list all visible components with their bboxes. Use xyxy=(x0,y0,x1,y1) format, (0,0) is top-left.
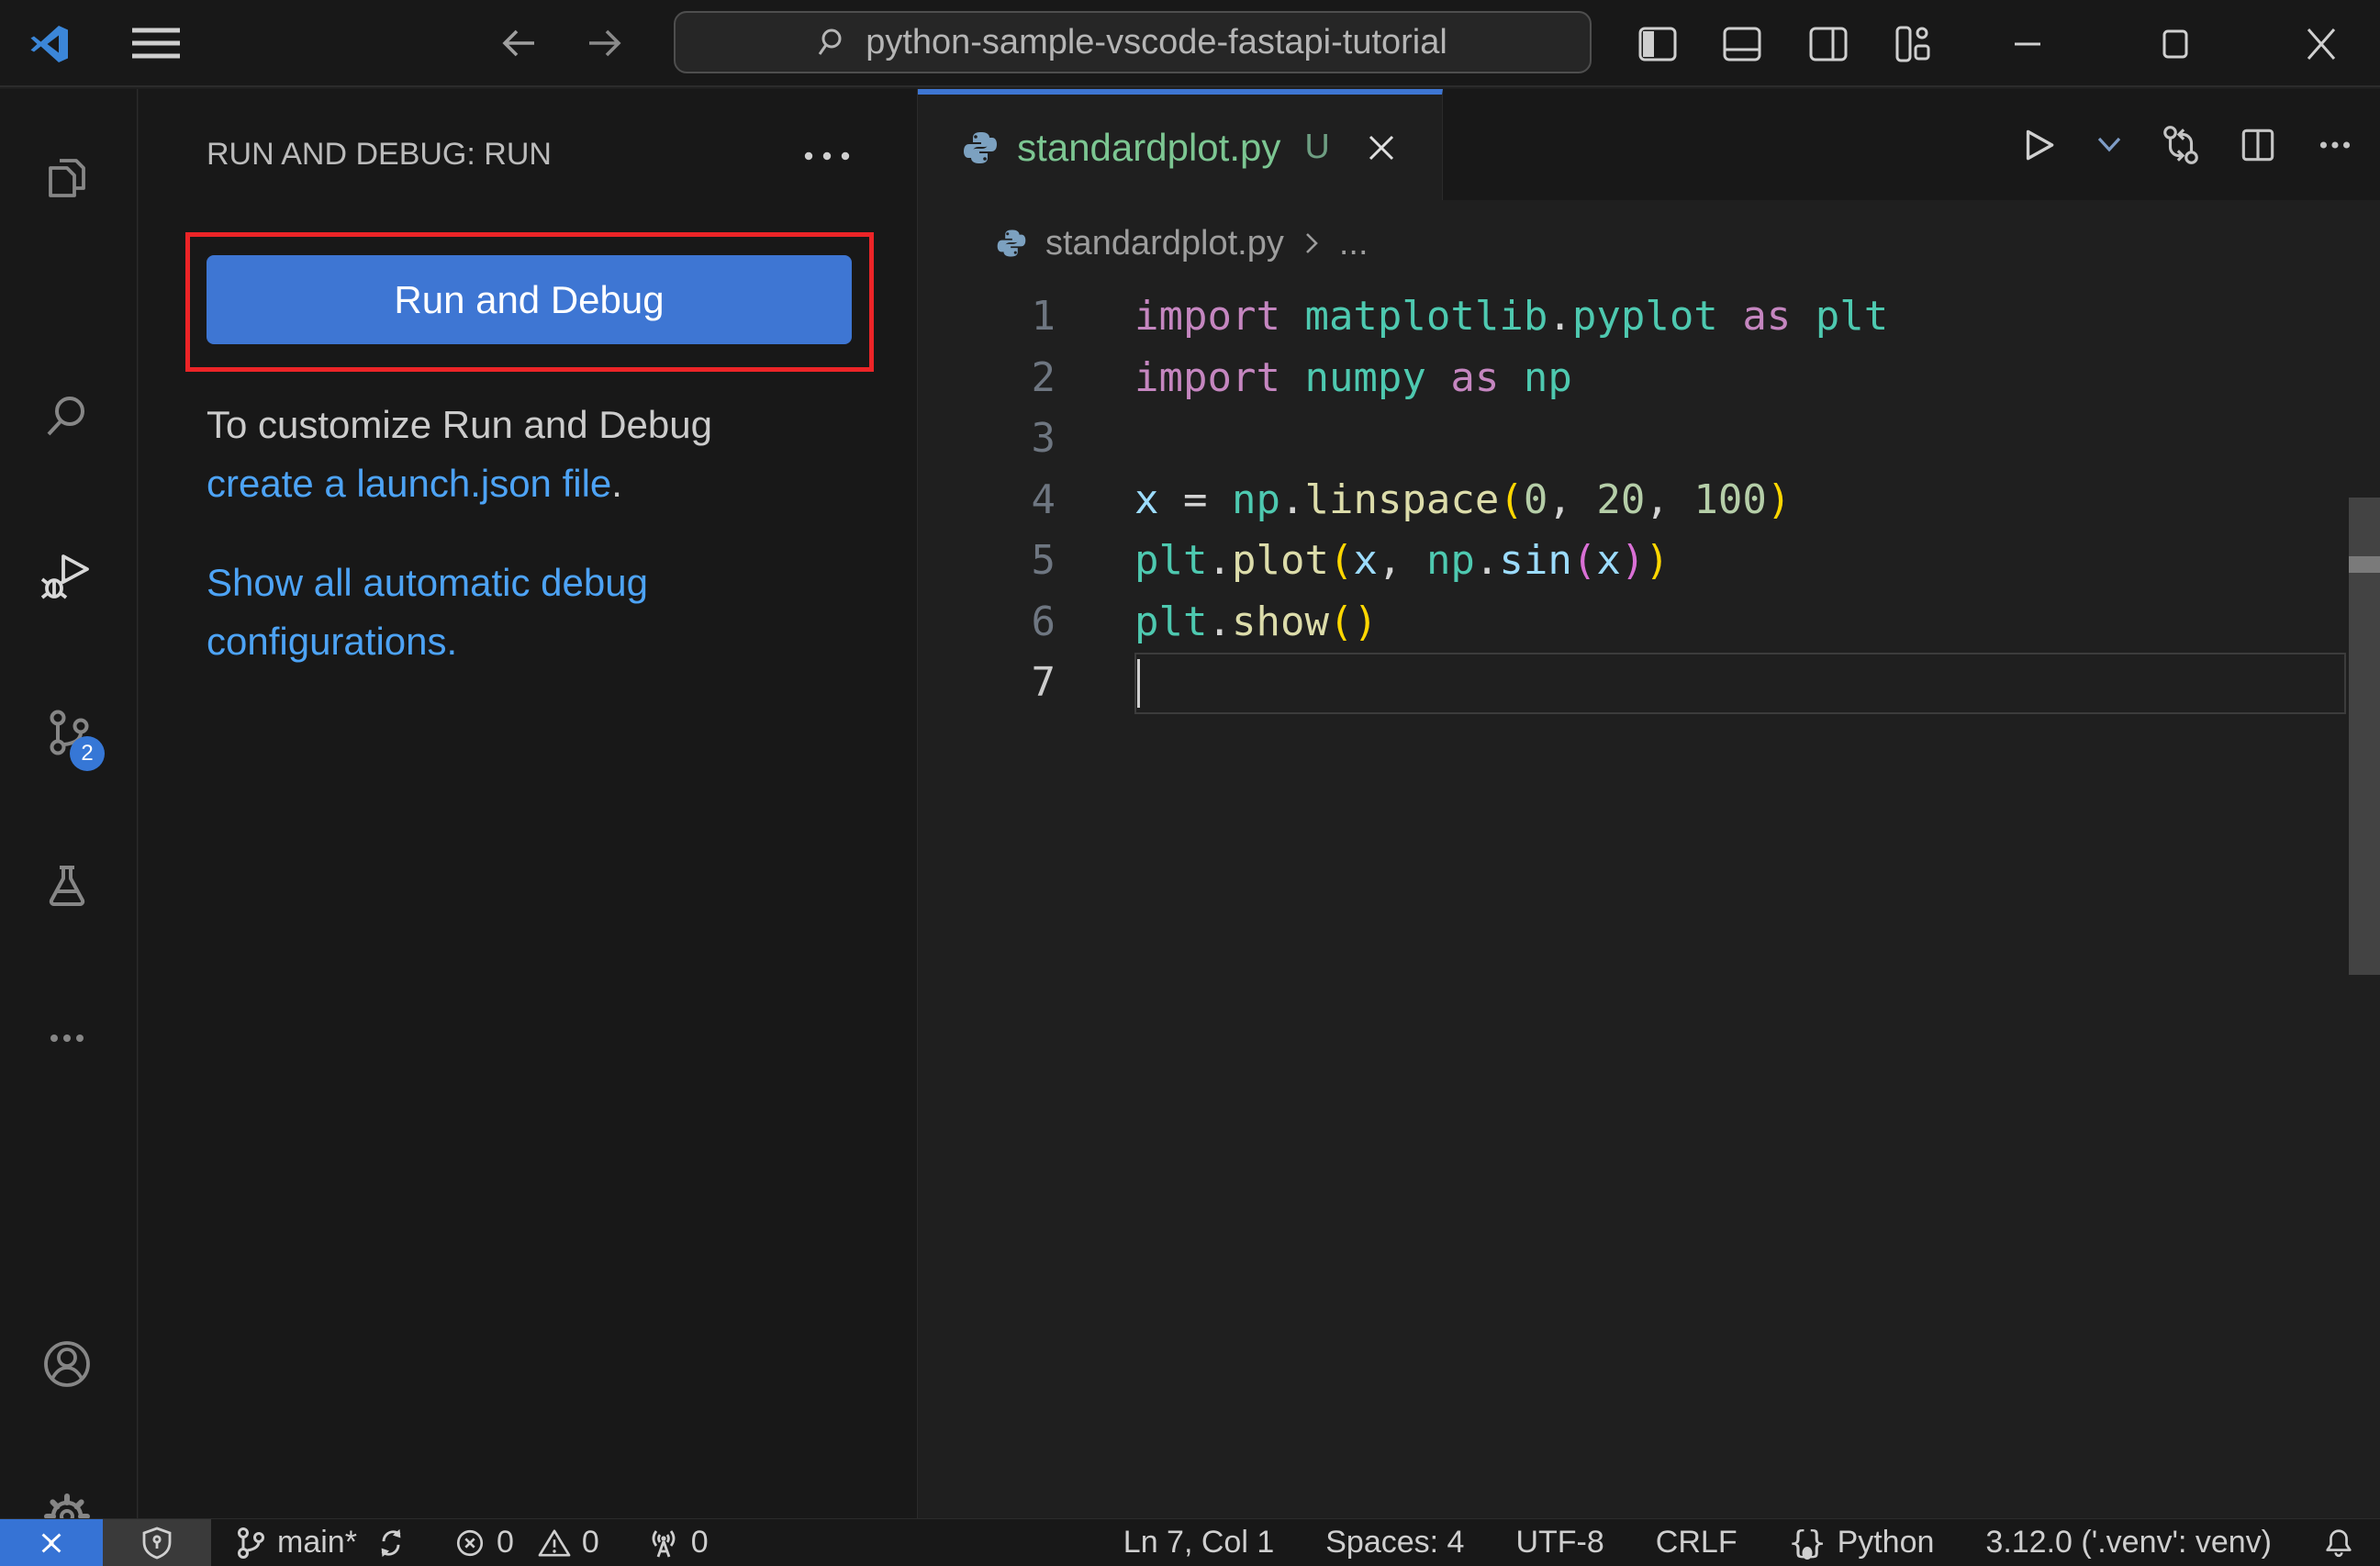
forward-arrow-button[interactable] xyxy=(584,22,626,64)
show-debug-configurations-link[interactable]: Show all automatic debug configurations. xyxy=(207,561,648,663)
command-center-text: python-sample-vscode-fastapi-tutorial xyxy=(866,22,1447,62)
errors-icon xyxy=(456,1529,484,1556)
ports-button[interactable]: 0 xyxy=(623,1519,732,1566)
code-line: 2 import numpy as np xyxy=(1031,353,1572,401)
breadcrumb-file[interactable]: standardplot.py xyxy=(1045,224,1284,263)
error-count: 0 xyxy=(496,1525,514,1560)
split-editor-icon[interactable] xyxy=(2237,124,2279,166)
back-arrow-button[interactable] xyxy=(497,22,540,64)
run-and-debug-icon[interactable] xyxy=(41,549,93,600)
notifications-button[interactable] xyxy=(2323,1519,2354,1566)
search-icon[interactable] xyxy=(41,390,93,442)
toggle-secondary-sidebar-button[interactable] xyxy=(1806,22,1850,66)
chevron-right-icon xyxy=(1305,233,1318,253)
menu-icon[interactable] xyxy=(127,20,185,66)
run-dropdown-chevron-icon[interactable] xyxy=(2094,131,2125,159)
bell-icon xyxy=(2326,1528,2352,1557)
radio-tower-icon xyxy=(652,1529,676,1557)
warning-count: 0 xyxy=(581,1525,599,1560)
code-line: 5 plt.plot(x, np.sin(x)) xyxy=(1031,537,1670,584)
maximize-button[interactable] xyxy=(2153,22,2197,66)
code-area[interactable]: 1 import matplotlib.pyplot as plt 2 import… xyxy=(918,286,2380,714)
sync-icon xyxy=(381,1528,401,1557)
search-icon xyxy=(818,28,842,55)
python-interpreter-button[interactable]: 3.12.0 ('.venv': venv) xyxy=(1985,1519,2272,1566)
tab-label: standardplot.py xyxy=(1017,125,1281,169)
run-python-file-icon[interactable] xyxy=(2017,124,2059,166)
python-file-icon xyxy=(997,229,1026,257)
more-views-icon[interactable] xyxy=(41,1012,93,1064)
editor-group: standardplot.py U standardplot.py ... 1 … xyxy=(918,89,2380,1518)
source-control-badge: 2 xyxy=(70,736,105,771)
breadcrumb-more[interactable]: ... xyxy=(1339,224,1369,263)
open-changes-icon[interactable] xyxy=(2160,124,2202,166)
minimize-button[interactable] xyxy=(2006,22,2050,66)
testing-icon[interactable] xyxy=(41,860,93,912)
remote-indicator-button[interactable] xyxy=(0,1519,103,1566)
command-center-search[interactable]: python-sample-vscode-fastapi-tutorial xyxy=(674,11,1592,73)
status-bar: main* 0 0 0 Ln 7, Col 1 Spaces: 4 UTF-8 … xyxy=(0,1518,2380,1566)
remote-icon xyxy=(41,1532,61,1553)
encoding-button[interactable]: UTF-8 xyxy=(1515,1519,1603,1566)
activity-bar: 2 xyxy=(0,89,138,1564)
editor-scrollbar[interactable] xyxy=(2349,89,2380,1518)
title-bar: python-sample-vscode-fastapi-tutorial xyxy=(0,0,2380,87)
run-and-debug-button[interactable]: Run and Debug xyxy=(207,255,852,344)
tab-modified-indicator: U xyxy=(1304,128,1330,166)
explorer-icon[interactable] xyxy=(41,151,93,203)
git-branch-icon xyxy=(238,1527,264,1559)
views-and-more-actions-icon[interactable] xyxy=(799,142,855,170)
sidebar-left-filled xyxy=(1643,31,1654,57)
breadcrumb[interactable]: standardplot.py ... xyxy=(918,200,2380,286)
branch-name: main* xyxy=(277,1525,357,1560)
scrollbar-cursor-decoration xyxy=(2349,556,2380,573)
problems-button[interactable]: 0 0 xyxy=(430,1519,623,1566)
customize-layout-button[interactable] xyxy=(1892,22,1936,66)
create-launch-json-link[interactable]: create a launch.json file xyxy=(207,462,611,505)
tab-bar: standardplot.py U xyxy=(918,89,2380,200)
code-line-active: 7 xyxy=(1031,659,1056,706)
vscode-logo xyxy=(30,26,68,62)
code-line: 3 xyxy=(1031,415,1056,462)
language-mode-button[interactable]: {} Python xyxy=(1789,1519,1935,1566)
toggle-panel-button[interactable] xyxy=(1720,22,1764,66)
vscode-window: python-sample-vscode-fastapi-tutorial 2 … xyxy=(0,0,2380,1566)
shield-icon xyxy=(142,1527,172,1559)
warnings-icon xyxy=(538,1528,571,1557)
close-window-button[interactable] xyxy=(2299,22,2343,66)
toggle-primary-sidebar-button[interactable] xyxy=(1636,22,1680,66)
git-branch-button[interactable]: main* xyxy=(211,1519,430,1566)
language-braces-icon: {} xyxy=(1788,1524,1827,1561)
tab-standardplot[interactable]: standardplot.py U xyxy=(918,89,1443,200)
code-line: 4x = np.linspace(0, 20, 100) xyxy=(1031,475,1792,523)
ports-count: 0 xyxy=(690,1525,709,1560)
sidebar-title: RUN AND DEBUG: RUN xyxy=(207,137,552,172)
account-icon[interactable] xyxy=(41,1338,93,1390)
eol-button[interactable]: CRLF xyxy=(1656,1519,1738,1566)
tab-close-icon[interactable] xyxy=(1365,131,1398,164)
editor-actions xyxy=(2017,89,2356,200)
python-file-icon xyxy=(964,131,998,163)
cursor-position-button[interactable]: Ln 7, Col 1 xyxy=(1123,1519,1274,1566)
indentation-button[interactable]: Spaces: 4 xyxy=(1325,1519,1464,1566)
run-and-debug-sidebar: RUN AND DEBUG: RUN Run and Debug To cust… xyxy=(139,89,918,1518)
code-line: 1 import matplotlib.pyplot as plt xyxy=(1031,293,1889,340)
show-configurations-text: Show all automatic debug configurations. xyxy=(207,554,648,671)
customize-hint-text: To customize Run and Debug create a laun… xyxy=(207,403,712,505)
code-line: 6 plt.show() xyxy=(1031,598,1378,645)
workspace-trust-button[interactable] xyxy=(103,1519,211,1566)
